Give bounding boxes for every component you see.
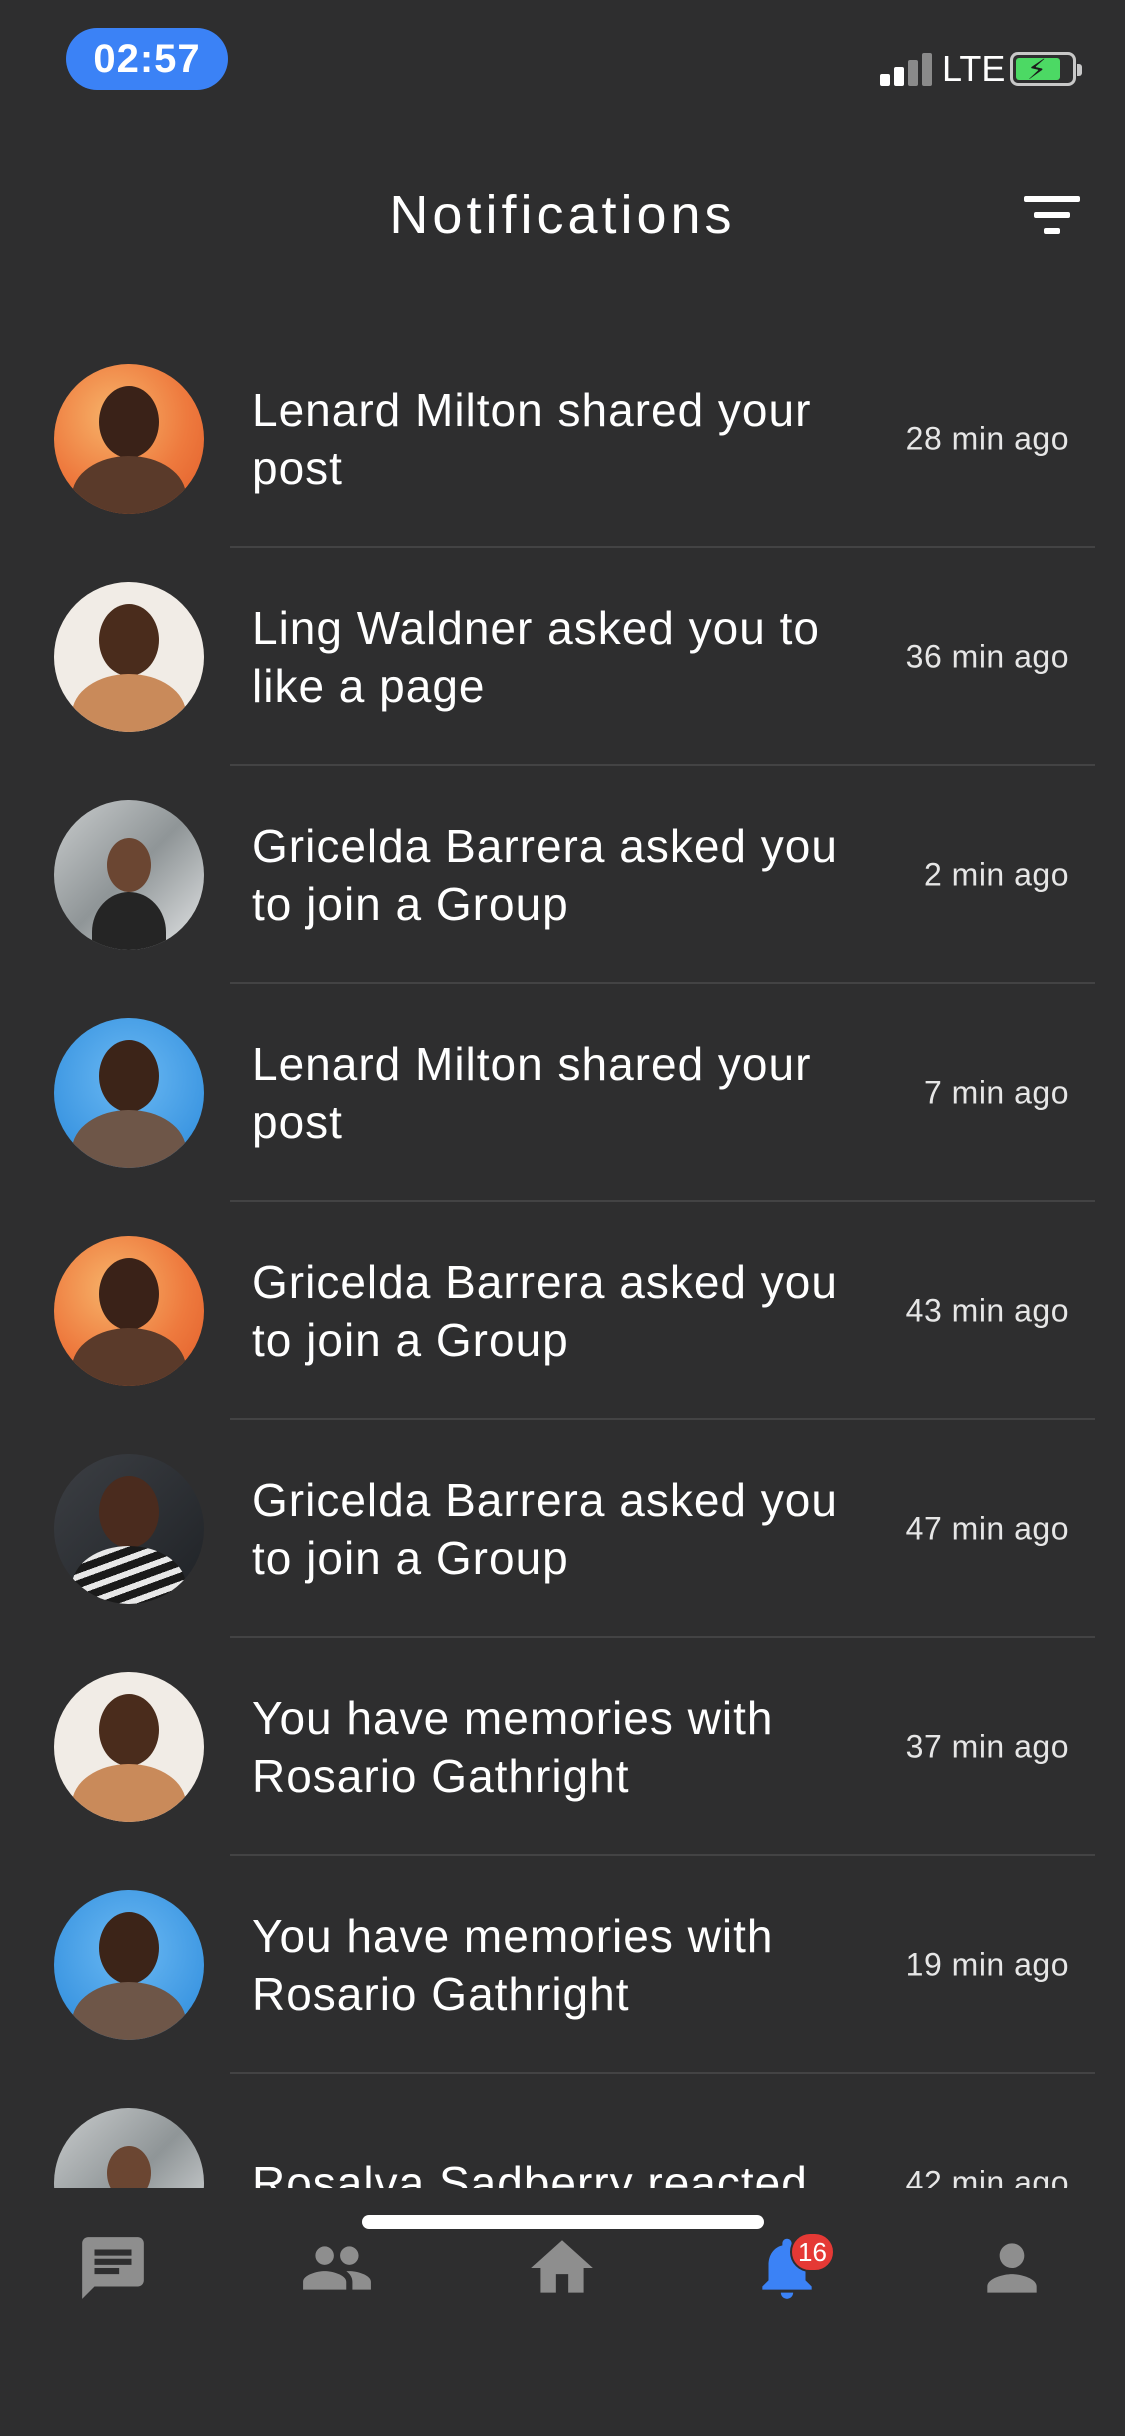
person-icon bbox=[987, 2243, 1037, 2293]
avatar[interactable] bbox=[54, 2108, 204, 2188]
tab-friends[interactable] bbox=[292, 2228, 382, 2308]
tab-home[interactable] bbox=[517, 2228, 607, 2308]
avatar[interactable] bbox=[54, 1672, 204, 1822]
notification-text: Gricelda Barrera asked you to join a Gro… bbox=[252, 820, 838, 930]
home-indicator[interactable] bbox=[362, 2215, 764, 2229]
notification-item[interactable]: Gricelda Barrera asked you to join a Gro… bbox=[0, 1202, 1125, 1420]
notification-time: 42 min ago bbox=[905, 2164, 1069, 2189]
avatar[interactable] bbox=[54, 364, 204, 514]
avatar-body-shape bbox=[72, 1328, 186, 1386]
signal-icon bbox=[880, 50, 932, 86]
avatar-body-shape bbox=[72, 1982, 186, 2040]
notification-item[interactable]: Ling Waldner asked you to like a page 36 … bbox=[0, 548, 1125, 766]
people-icon bbox=[303, 2246, 371, 2290]
avatar[interactable] bbox=[54, 1454, 204, 1604]
notification-item[interactable]: Lenard Milton shared your post 28 min ago bbox=[0, 330, 1125, 548]
avatar-body-shape bbox=[72, 1764, 186, 1822]
avatar-head-shape bbox=[99, 1476, 159, 1548]
tab-chat[interactable] bbox=[68, 2228, 158, 2308]
avatar-body-shape bbox=[72, 1546, 186, 1604]
page-title: Notifications bbox=[389, 185, 736, 245]
notification-text: Gricelda Barrera asked you to join a Gro… bbox=[252, 1474, 838, 1584]
avatar-head-shape bbox=[99, 1258, 159, 1330]
chat-icon bbox=[82, 2237, 144, 2299]
notification-text: Lenard Milton shared your post bbox=[252, 1038, 812, 1148]
avatar-head-shape bbox=[107, 838, 151, 892]
avatar-head-shape bbox=[99, 1040, 159, 1112]
notification-time: 28 min ago bbox=[905, 420, 1069, 457]
filter-icon[interactable] bbox=[1020, 192, 1084, 242]
battery-charging-icon: ⚡ bbox=[1010, 52, 1082, 86]
avatar[interactable] bbox=[54, 1018, 204, 1168]
notification-text: Lenard Milton shared your post bbox=[252, 384, 812, 494]
network-label: LTE bbox=[942, 48, 1006, 89]
avatar-head-shape bbox=[99, 1694, 159, 1766]
notification-time: 43 min ago bbox=[905, 1292, 1069, 1329]
avatar[interactable] bbox=[54, 800, 204, 950]
tab-notifications[interactable]: 16 bbox=[742, 2228, 835, 2308]
avatar-head-shape bbox=[107, 2146, 151, 2188]
status-time: 02:57 bbox=[66, 28, 228, 90]
avatar[interactable] bbox=[54, 1236, 204, 1386]
status-bar: 02:57 LTE ⚡ bbox=[0, 0, 1125, 120]
notification-time: 7 min ago bbox=[923, 1074, 1069, 1111]
notification-item[interactable]: Gricelda Barrera asked you to join a Gro… bbox=[0, 1420, 1125, 1638]
notification-list[interactable]: Lenard Milton shared your post 28 min ago… bbox=[0, 330, 1125, 2188]
avatar-body-shape bbox=[72, 674, 186, 732]
notification-text: Gricelda Barrera asked you to join a Gro… bbox=[252, 1256, 838, 1366]
avatar-body-shape bbox=[92, 892, 166, 950]
tab-profile[interactable] bbox=[967, 2228, 1057, 2308]
avatar[interactable] bbox=[54, 1890, 204, 2040]
avatar-body-shape bbox=[72, 456, 186, 514]
notification-item[interactable]: Lenard Milton shared your post 7 min ago bbox=[0, 984, 1125, 1202]
notification-item[interactable]: You have memories with Rosario Gathright… bbox=[0, 1856, 1125, 2074]
avatar[interactable] bbox=[54, 582, 204, 732]
notification-text: You have memories with Rosario Gathright bbox=[252, 1910, 774, 2020]
notification-time: 2 min ago bbox=[923, 856, 1069, 893]
notification-text: Rosalva Sadberry reacted bbox=[252, 2157, 808, 2188]
avatar-head-shape bbox=[99, 386, 159, 458]
avatar-body-shape bbox=[72, 1110, 186, 1168]
notification-item[interactable]: Rosalva Sadberry reacted 42 min ago bbox=[0, 2074, 1125, 2188]
notification-count-badge: 16 bbox=[790, 2232, 835, 2272]
notifications-screen: 02:57 LTE ⚡ Notifications Lenard Milton … bbox=[0, 0, 1125, 2436]
avatar-head-shape bbox=[99, 604, 159, 676]
notification-text: You have memories with Rosario Gathright bbox=[252, 1692, 774, 1802]
home-icon bbox=[531, 2240, 593, 2293]
notification-time: 19 min ago bbox=[905, 1946, 1069, 1983]
notification-item[interactable]: You have memories with Rosario Gathright… bbox=[0, 1638, 1125, 1856]
notification-time: 47 min ago bbox=[905, 1510, 1069, 1547]
notification-time: 36 min ago bbox=[905, 638, 1069, 675]
notification-item[interactable]: Gricelda Barrera asked you to join a Gro… bbox=[0, 766, 1125, 984]
notification-time: 37 min ago bbox=[905, 1728, 1069, 1765]
avatar-head-shape bbox=[99, 1912, 159, 1984]
notification-text: Ling Waldner asked you to like a page bbox=[252, 602, 820, 712]
